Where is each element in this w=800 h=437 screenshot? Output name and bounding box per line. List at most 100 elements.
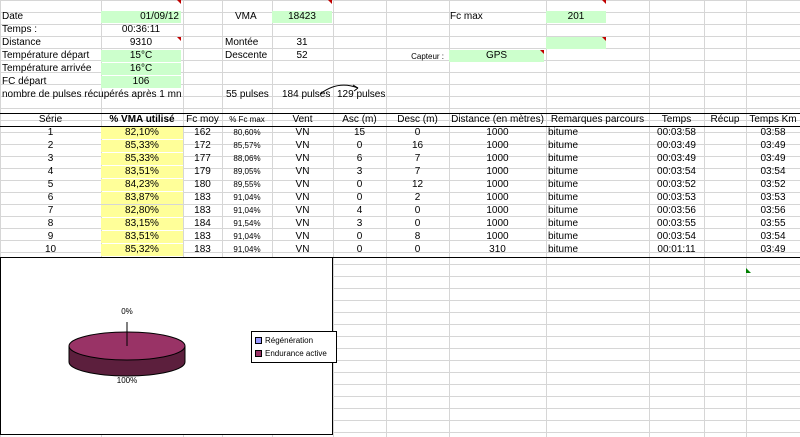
fc-depart-cell[interactable]: 106 [101,76,181,88]
cell-asc[interactable]: 0 [333,244,386,256]
cell-temps[interactable]: 00:03:52 [649,179,704,191]
header-temps-km[interactable]: Temps Km [746,114,800,127]
cell-remarques[interactable]: bitume [546,166,649,178]
cell-fc-max-pct[interactable]: 88,06% [222,153,272,165]
cell-temps[interactable]: 00:03:54 [649,231,704,243]
header-asc[interactable]: Asc (m) [333,114,386,127]
cell-asc[interactable]: 0 [333,192,386,204]
cell-fc-max-pct[interactable]: 80,60% [222,127,272,139]
cell-temps[interactable]: 00:01:11 [649,244,704,256]
cell-vent[interactable]: VN [272,140,333,152]
cell-temps[interactable]: 00:03:53 [649,192,704,204]
cell-recup[interactable] [704,153,746,165]
header-recup[interactable]: Récup [704,114,746,127]
cell-vma-pct[interactable]: 85,32% [101,244,183,256]
cell-distance[interactable]: 310 [449,244,546,256]
cell-fc-moy[interactable]: 183 [183,205,222,217]
cell-temps[interactable]: 00:03:55 [649,218,704,230]
cell-fc-max-pct[interactable]: 85,57% [222,140,272,152]
cell-fc-max-pct[interactable]: 89,55% [222,179,272,191]
cell-desc[interactable]: 0 [386,205,449,217]
cell-recup[interactable] [704,179,746,191]
header-vma-pct[interactable]: % VMA utilisé [101,114,183,127]
cell-distance[interactable]: 1000 [449,140,546,152]
cell-desc[interactable]: 8 [386,231,449,243]
cell-recup[interactable] [704,166,746,178]
vma-cell[interactable]: 18423 [272,11,332,23]
fcmax-cell[interactable]: 201 [546,11,606,23]
cell-serie[interactable]: 1 [0,127,101,139]
cell-remarques[interactable]: bitume [546,127,649,139]
cell-remarques[interactable]: bitume [546,205,649,217]
header-fc-moy[interactable]: Fc moy [183,114,222,127]
cell-temps-km[interactable]: 03:54 [746,231,800,243]
cell-remarques[interactable]: bitume [546,153,649,165]
cell-temps-km[interactable]: 03:52 [746,179,800,191]
capteur-cell[interactable]: GPS [449,50,544,62]
cell-vma-pct[interactable]: 83,15% [101,218,183,230]
cell-fc-moy[interactable]: 180 [183,179,222,191]
cell-serie[interactable]: 7 [0,205,101,217]
header-distance[interactable]: Distance (en mètres) [449,114,546,127]
cell-vma-pct[interactable]: 83,51% [101,231,183,243]
cell-temps-km[interactable]: 03:55 [746,218,800,230]
cell-remarques[interactable]: bitume [546,244,649,256]
cell-vma-pct[interactable]: 83,51% [101,166,183,178]
header-desc[interactable]: Desc (m) [386,114,449,127]
temp-depart-cell[interactable]: 15°C [101,50,181,62]
cell-vma-pct[interactable]: 83,87% [101,192,183,204]
cell-asc[interactable]: 15 [333,127,386,139]
cell-distance[interactable]: 1000 [449,166,546,178]
header-serie[interactable]: Série [0,114,101,127]
cell-temps[interactable]: 00:03:54 [649,166,704,178]
cell-serie[interactable]: 8 [0,218,101,230]
cell-remarques[interactable]: bitume [546,140,649,152]
cell-fc-max-pct[interactable]: 89,05% [222,166,272,178]
cell-serie[interactable]: 5 [0,179,101,191]
cell-vma-pct[interactable]: 82,10% [101,127,183,139]
cell-fc-moy[interactable]: 177 [183,153,222,165]
pulses-1-cell[interactable]: 55 pulses [226,89,269,101]
cell-vma-pct[interactable]: 85,33% [101,153,183,165]
cell-vent[interactable]: VN [272,166,333,178]
cell-vent[interactable]: VN [272,244,333,256]
cell-desc[interactable]: 0 [386,127,449,139]
temp-arrivee-cell[interactable]: 16°C [101,63,181,75]
cell-temps-km[interactable]: 03:56 [746,205,800,217]
cell-distance[interactable]: 1000 [449,153,546,165]
cell-desc[interactable]: 16 [386,140,449,152]
cell-fc-max-pct[interactable]: 91,04% [222,205,272,217]
cell-vma-pct[interactable]: 85,33% [101,140,183,152]
empty-green-cell[interactable] [546,37,606,49]
cell-asc[interactable]: 0 [333,140,386,152]
cell-recup[interactable] [704,205,746,217]
cell-asc[interactable]: 3 [333,218,386,230]
cell-vma-pct[interactable]: 84,23% [101,179,183,191]
cell-distance[interactable]: 1000 [449,218,546,230]
cell-serie[interactable]: 3 [0,153,101,165]
cell-temps[interactable]: 00:03:56 [649,205,704,217]
cell-recup[interactable] [704,192,746,204]
cell-fc-moy[interactable]: 183 [183,192,222,204]
cell-fc-moy[interactable]: 162 [183,127,222,139]
cell-desc[interactable]: 12 [386,179,449,191]
cell-desc[interactable]: 0 [386,218,449,230]
cell-vent[interactable]: VN [272,192,333,204]
cell-asc[interactable]: 3 [333,166,386,178]
cell-remarques[interactable]: bitume [546,179,649,191]
cell-recup[interactable] [704,231,746,243]
cell-temps-km[interactable]: 03:49 [746,153,800,165]
cell-asc[interactable]: 4 [333,205,386,217]
header-fc-max-pct[interactable]: % Fc max [222,114,272,127]
cell-recup[interactable] [704,218,746,230]
cell-remarques[interactable]: bitume [546,218,649,230]
cell-distance[interactable]: 1000 [449,205,546,217]
cell-fc-moy[interactable]: 183 [183,231,222,243]
cell-distance[interactable]: 1000 [449,192,546,204]
descente-cell[interactable]: 52 [272,50,332,62]
cell-fc-max-pct[interactable]: 91,04% [222,244,272,256]
cell-recup[interactable] [704,127,746,139]
cell-serie[interactable]: 10 [0,244,101,256]
cell-vent[interactable]: VN [272,205,333,217]
cell-desc[interactable]: 7 [386,153,449,165]
